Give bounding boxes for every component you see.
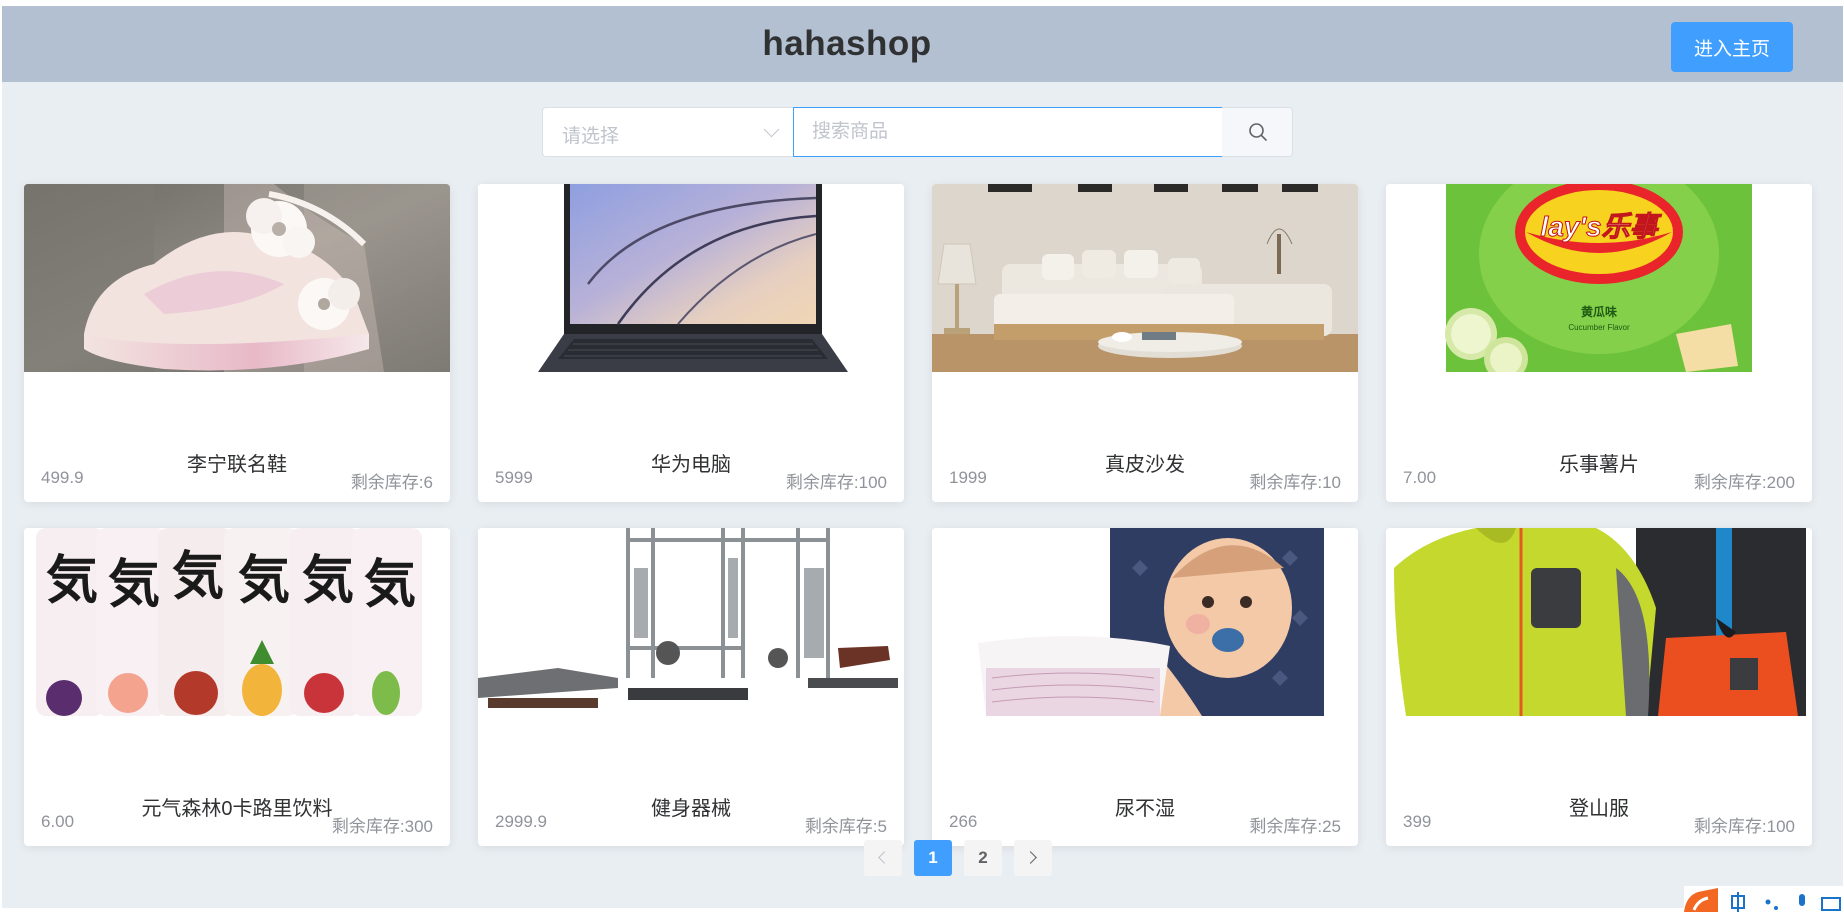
product-image-laptop[interactable]: [478, 184, 904, 372]
page-2-button[interactable]: 2: [964, 840, 1002, 876]
search-icon: [1249, 123, 1267, 141]
chevron-left-icon: [878, 851, 891, 864]
product-card[interactable]: 真皮沙发 1999 剩余库存:10: [932, 184, 1358, 502]
product-image-diapers[interactable]: [932, 528, 1358, 716]
product-image-jackets[interactable]: [1386, 528, 1812, 716]
search-bar: 请选择: [542, 107, 1293, 157]
product-stock: 剩余库存:6: [350, 473, 433, 492]
header: hahashop 进入主页: [2, 6, 1843, 82]
page-1-button[interactable]: 1: [914, 840, 952, 876]
product-image-shoe[interactable]: [24, 184, 450, 372]
chevron-right-icon: [1024, 851, 1037, 864]
product-card[interactable]: 気 気 気 気 気 気 元气森林0卡路里饮料 6.00 剩余库存:300: [24, 528, 450, 846]
product-price: 266: [949, 812, 978, 831]
ime-toolbar-icons: [1684, 888, 1841, 912]
shop-title: hahashop: [762, 24, 932, 63]
product-image-chips[interactable]: lay's乐事 黄瓜味 Cucumber Flavor: [1386, 184, 1812, 372]
ime-toolbar[interactable]: [1684, 886, 1844, 912]
product-image-drinks[interactable]: 気 気 気 気 気 気: [24, 528, 450, 716]
lays-flavor-text: 黄瓜味: [1581, 304, 1617, 319]
product-stock: 剩余库存:200: [1693, 473, 1795, 492]
product-price: 1999: [949, 468, 987, 487]
drink-logo-text: 気: [238, 552, 290, 610]
product-stock: 剩余库存:10: [1249, 473, 1341, 492]
product-card[interactable]: lay's乐事 黄瓜味 Cucumber Flavor 乐事薯片 7.00 剩余…: [1386, 184, 1812, 502]
home-button[interactable]: 进入主页: [1671, 22, 1793, 72]
product-stock: 剩余库存:5: [804, 817, 887, 836]
product-price: 2999.9: [495, 812, 547, 831]
product-card[interactable]: 华为电脑 5999 剩余库存:100: [478, 184, 904, 502]
product-stock: 剩余库存:25: [1249, 817, 1341, 836]
product-card[interactable]: 李宁联名鞋 499.9 剩余库存:6: [24, 184, 450, 502]
drink-logo-text: 気: [108, 556, 160, 614]
product-price: 7.00: [1403, 468, 1437, 487]
product-stock: 剩余库存:100: [785, 473, 887, 492]
drink-logo-text: 気: [364, 556, 416, 614]
drink-logo-text: 気: [172, 548, 224, 606]
product-card[interactable]: 登山服 399 剩余库存:100: [1386, 528, 1812, 846]
lays-flavor-en-text: Cucumber Flavor: [1568, 323, 1630, 332]
product-card[interactable]: 健身器械 2999.9 剩余库存:5: [478, 528, 904, 846]
category-select-placeholder: 请选择: [562, 126, 620, 147]
product-stock: 剩余库存:100: [1693, 817, 1795, 836]
prev-page-button[interactable]: [864, 840, 902, 876]
next-page-button[interactable]: [1014, 840, 1052, 876]
drink-logo-text: 気: [302, 552, 354, 610]
product-price: 5999: [495, 468, 533, 487]
chevron-down-icon: [763, 121, 780, 138]
category-select[interactable]: 请选择: [542, 107, 793, 157]
product-price: 499.9: [41, 468, 84, 487]
lays-logo-text: lay's乐事: [1540, 211, 1662, 242]
product-card[interactable]: 尿不湿 266 剩余库存:25: [932, 528, 1358, 846]
search-input[interactable]: [793, 107, 1257, 157]
product-stock: 剩余库存:300: [331, 817, 433, 836]
search-button[interactable]: [1222, 107, 1293, 157]
product-price: 6.00: [41, 812, 75, 831]
app-container: hahashop 进入主页 请选择 搜索商品 李宁联名鞋 499.9 剩余库存:…: [2, 6, 1843, 908]
product-image-gym[interactable]: [478, 528, 904, 716]
product-price: 399: [1403, 812, 1432, 831]
drink-logo-text: 気: [46, 552, 98, 610]
product-image-sofa[interactable]: [932, 184, 1358, 372]
